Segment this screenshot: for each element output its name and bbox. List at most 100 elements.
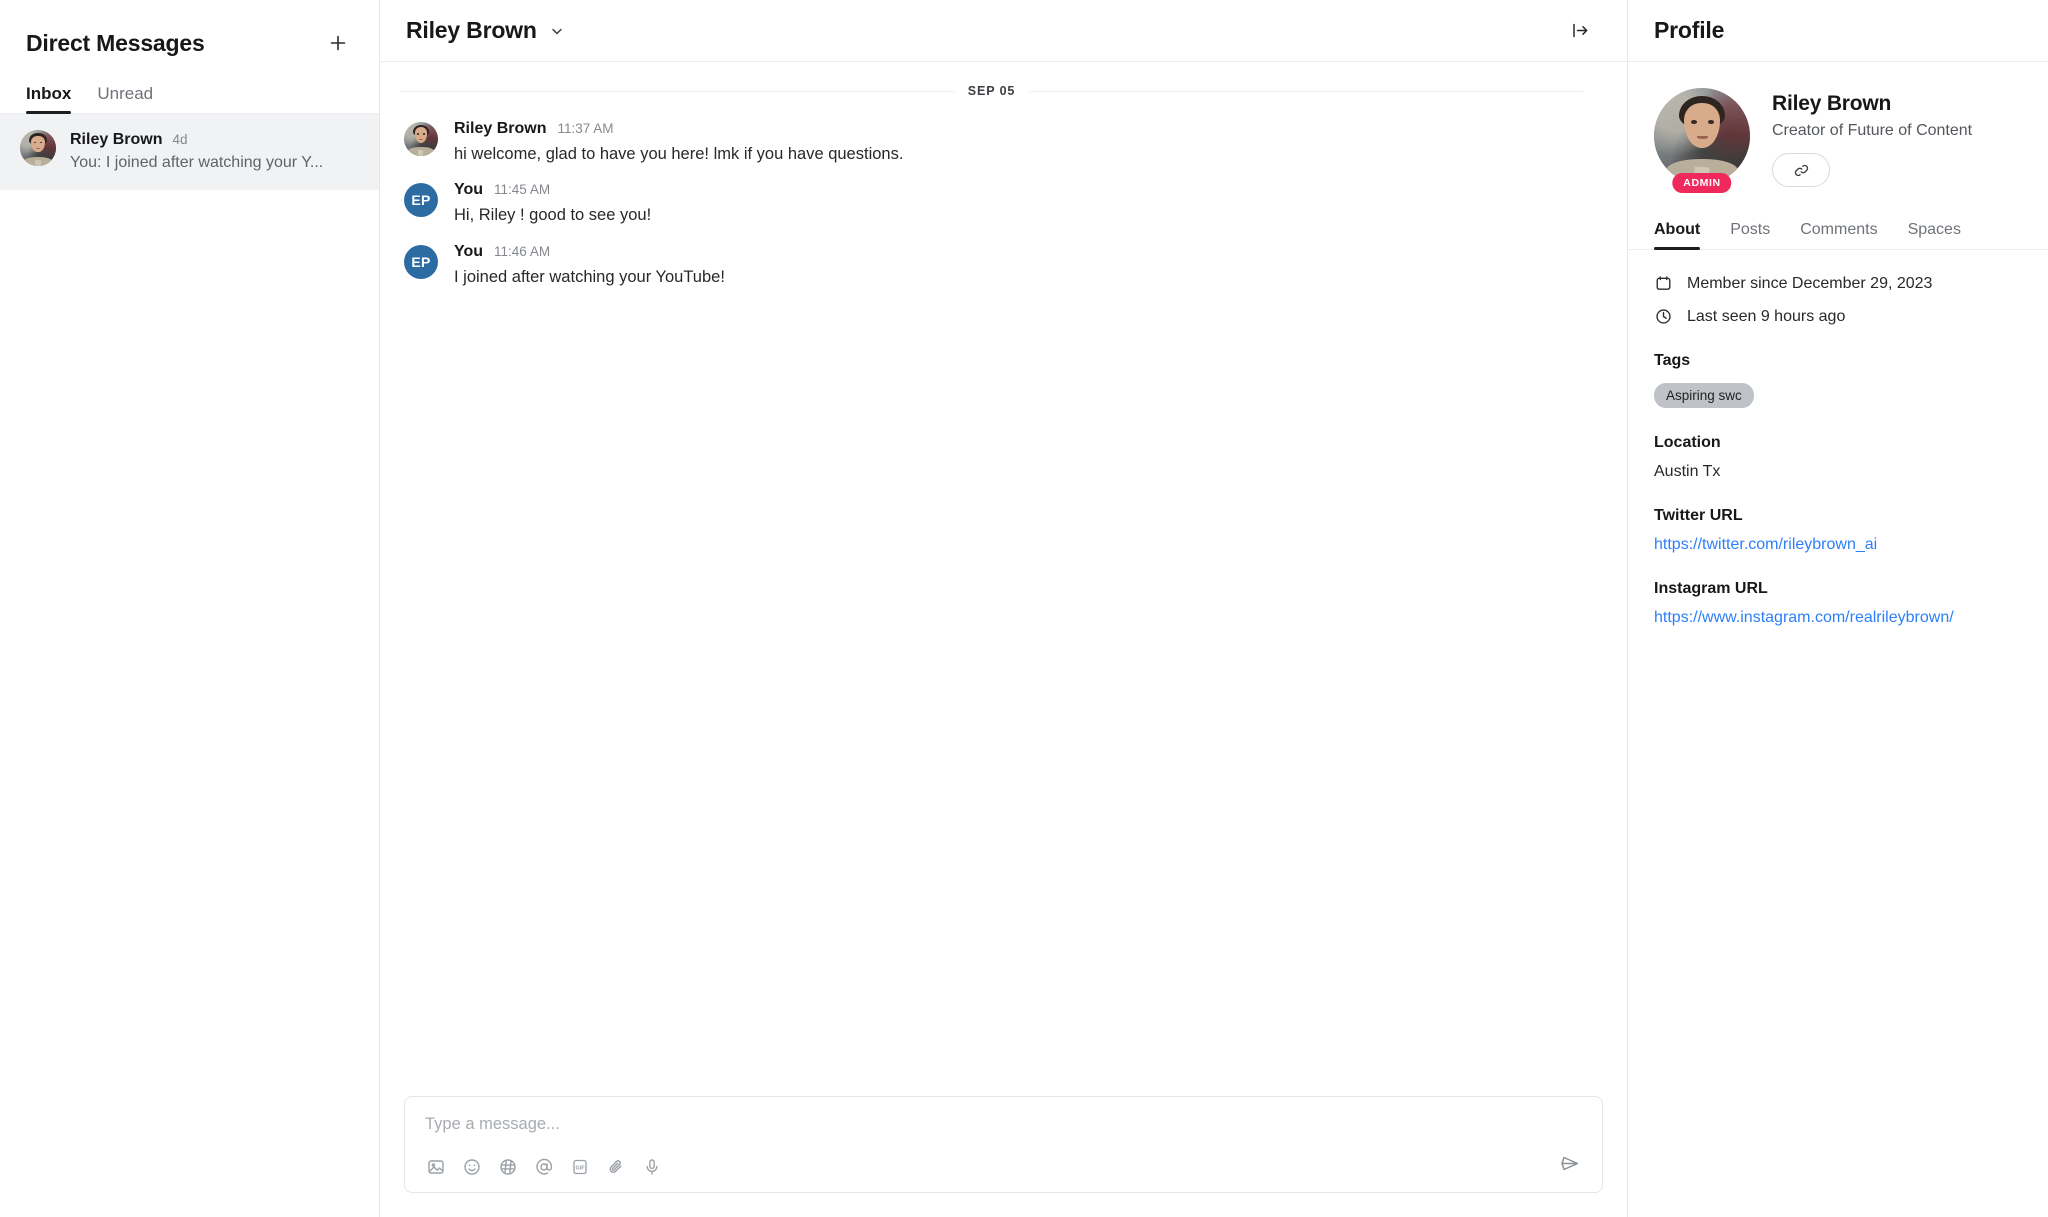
link-icon [1792, 161, 1811, 180]
avatar [1654, 88, 1750, 184]
send-button[interactable] [1557, 1151, 1582, 1176]
send-icon [1557, 1151, 1582, 1176]
microphone-icon[interactable] [641, 1156, 663, 1178]
instagram-label: Instagram URL [1654, 580, 2022, 598]
emoji-icon[interactable] [461, 1156, 483, 1178]
tab-inbox[interactable]: Inbox [26, 85, 71, 113]
message-meta: Riley Brown 11:37 AM [454, 120, 903, 138]
new-message-button[interactable] [323, 28, 353, 58]
clock-icon [1654, 307, 1673, 326]
chat-header-left: Riley Brown [406, 17, 565, 44]
tab-spaces[interactable]: Spaces [1908, 221, 1961, 249]
chat-header: Riley Brown [380, 0, 1627, 62]
tab-unread[interactable]: Unread [97, 85, 153, 113]
profile-name: Riley Brown [1772, 92, 1972, 116]
tags-label: Tags [1654, 352, 2022, 370]
message-content: Riley Brown 11:37 AM hi welcome, glad to… [454, 120, 903, 165]
profile-identity: ADMIN Riley Brown Creator of Future of C… [1628, 62, 2048, 187]
message-author: You [454, 181, 483, 199]
profile-about-content: Member since December 29, 2023 Last seen… [1628, 250, 2048, 627]
svg-text:GIF: GIF [576, 1165, 586, 1171]
chat-panel: Riley Brown SEP 05 [380, 0, 1628, 1217]
divider-rule-right [1029, 91, 1583, 92]
avatar-initials: EP [411, 192, 430, 208]
conversation-name: Riley Brown [70, 131, 162, 149]
chat-title-dropdown-button[interactable] [549, 23, 565, 39]
profile-title: Profile [1654, 17, 1724, 44]
copy-profile-link-button[interactable] [1772, 153, 1830, 187]
twitter-section: Twitter URL https://twitter.com/rileybro… [1654, 507, 2022, 554]
message-meta: You 11:46 AM [454, 243, 725, 261]
message-author: You [454, 243, 483, 261]
message-list: SEP 05 Riley Brown 11:37 AM hi w [380, 62, 1627, 1096]
conversation-preview: You: I joined after watching your Y... [70, 154, 353, 172]
twitter-url-link[interactable]: https://twitter.com/rileybrown_ai [1654, 536, 2022, 554]
message-row: Riley Brown 11:37 AM hi welcome, glad to… [380, 112, 1627, 173]
conversation-timestamp: 4d [172, 132, 187, 147]
profile-identity-text: Riley Brown Creator of Future of Content [1772, 88, 1972, 187]
location-label: Location [1654, 434, 2022, 452]
plus-icon [328, 33, 348, 53]
tab-posts[interactable]: Posts [1730, 221, 1770, 249]
tab-about[interactable]: About [1654, 221, 1700, 249]
app-root: Direct Messages Inbox Unread [0, 0, 2048, 1217]
message-text: Hi, Riley ! good to see you! [454, 204, 651, 226]
twitter-label: Twitter URL [1654, 507, 2022, 525]
tab-comments[interactable]: Comments [1800, 221, 1877, 249]
conversation-text: Riley Brown 4d You: I joined after watch… [70, 130, 353, 172]
gif-icon[interactable]: GIF [569, 1156, 591, 1178]
hash-icon[interactable] [497, 1156, 519, 1178]
date-divider-label: SEP 05 [954, 84, 1030, 98]
location-value: Austin Tx [1654, 463, 2022, 481]
status-badge: ADMIN [1672, 173, 1731, 193]
message-author: Riley Brown [454, 120, 546, 138]
sidebar-header: Direct Messages [0, 0, 379, 62]
message-content: You 11:46 AM I joined after watching you… [454, 243, 725, 288]
date-divider: SEP 05 [380, 62, 1627, 112]
sidebar-title: Direct Messages [26, 30, 205, 57]
conversation-header: Riley Brown 4d [70, 131, 353, 149]
profile-subtitle: Creator of Future of Content [1772, 122, 1972, 140]
profile-tabs: About Posts Comments Spaces [1628, 195, 2048, 250]
sidebar-tabs: Inbox Unread [0, 62, 379, 114]
chat-title: Riley Brown [406, 17, 537, 44]
composer-toolbar: GIF [425, 1156, 1582, 1178]
last-seen-row: Last seen 9 hours ago [1654, 307, 2022, 326]
member-since-text: Member since December 29, 2023 [1687, 275, 1932, 293]
chevron-down-icon [549, 23, 565, 39]
avatar: EP [404, 245, 438, 279]
conversation-list: Riley Brown 4d You: I joined after watch… [0, 114, 379, 1217]
tag-chip[interactable]: Aspiring swc [1654, 383, 1754, 408]
instagram-url-link[interactable]: https://www.instagram.com/realrileybrown… [1654, 609, 2022, 627]
last-seen-text: Last seen 9 hours ago [1687, 308, 1845, 326]
image-icon[interactable] [425, 1156, 447, 1178]
message-content: You 11:45 AM Hi, Riley ! good to see you… [454, 181, 651, 226]
location-section: Location Austin Tx [1654, 434, 2022, 481]
instagram-section: Instagram URL https://www.instagram.com/… [1654, 580, 2022, 627]
conversation-item-riley-brown[interactable]: Riley Brown 4d You: I joined after watch… [0, 114, 379, 190]
message-meta: You 11:45 AM [454, 181, 651, 199]
tags-section: Tags Aspiring swc [1654, 352, 2022, 408]
message-text: hi welcome, glad to have you here! lmk i… [454, 143, 903, 165]
attachment-icon[interactable] [605, 1156, 627, 1178]
message-row: EP You 11:46 AM I joined after watching … [380, 235, 1627, 296]
avatar-portrait [404, 122, 438, 156]
message-text: I joined after watching your YouTube! [454, 266, 725, 288]
avatar-initials: EP [411, 254, 430, 270]
member-since-row: Member since December 29, 2023 [1654, 274, 2022, 293]
tags-list: Aspiring swc [1654, 383, 2022, 408]
message-input[interactable]: Type a message... [425, 1115, 1582, 1134]
divider-rule-left [400, 91, 954, 92]
profile-panel: Profile ADMIN Riley Brown Creator of Fut… [1628, 0, 2048, 1217]
avatar-portrait [1654, 88, 1750, 184]
message-row: EP You 11:45 AM Hi, Riley ! good to see … [380, 173, 1627, 234]
collapse-panel-button[interactable] [1570, 20, 1591, 41]
avatar: EP [404, 183, 438, 217]
message-composer[interactable]: Type a message... [404, 1096, 1603, 1193]
direct-messages-sidebar: Direct Messages Inbox Unread [0, 0, 380, 1217]
mention-icon[interactable] [533, 1156, 555, 1178]
message-timestamp: 11:46 AM [494, 244, 550, 259]
avatar [404, 122, 438, 156]
message-timestamp: 11:37 AM [557, 121, 613, 136]
profile-avatar-wrapper: ADMIN [1654, 88, 1750, 184]
